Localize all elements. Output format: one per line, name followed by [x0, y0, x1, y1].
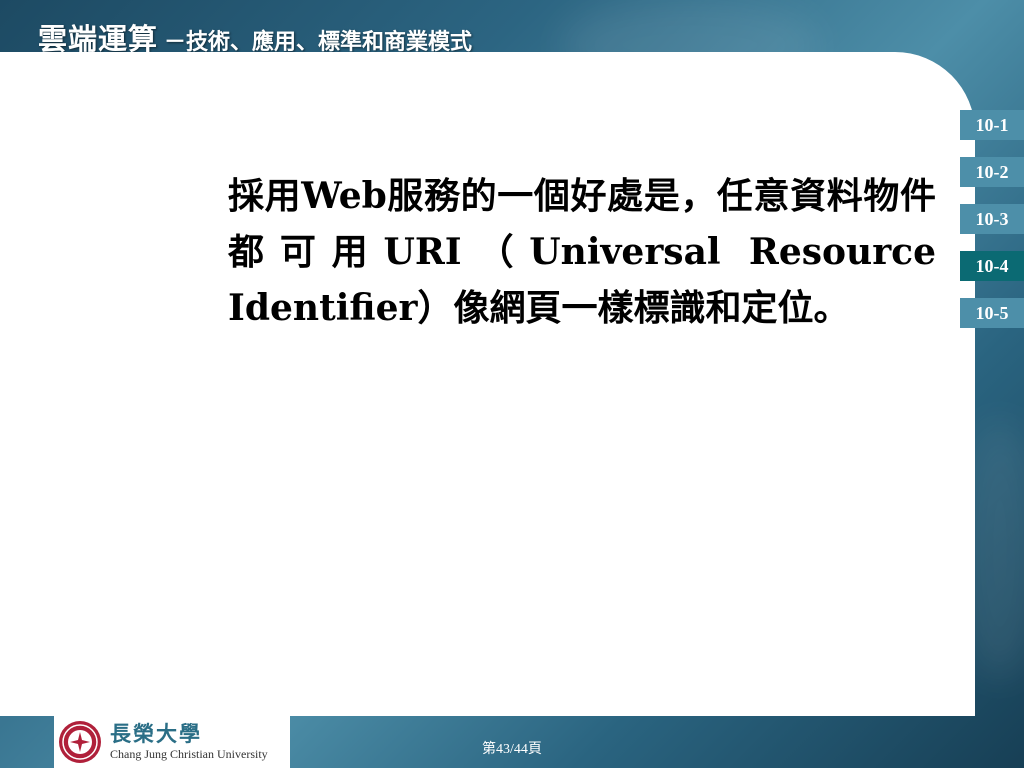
nav-item-10-1[interactable]: 10-1	[960, 110, 1024, 140]
logo-english-name: Chang Jung Christian University	[110, 747, 268, 761]
nav-item-10-4[interactable]: 10-4	[960, 251, 1024, 281]
section-nav: 10-1 10-2 10-3 10-4 10-5	[960, 110, 1024, 345]
nav-item-10-3[interactable]: 10-3	[960, 204, 1024, 234]
nav-item-10-5[interactable]: 10-5	[960, 298, 1024, 328]
university-logo: 長榮大學 Chang Jung Christian University	[54, 716, 290, 768]
content-panel	[0, 52, 975, 716]
logo-text: 長榮大學 Chang Jung Christian University	[110, 722, 268, 762]
nav-item-10-2[interactable]: 10-2	[960, 157, 1024, 187]
university-seal-icon	[59, 721, 101, 763]
slide-header: 雲端運算 －技術、應用、標準和商業模式	[38, 16, 472, 56]
body-paragraph: 採用Web服務的一個好處是，任意資料物件都可用URI（Universal Res…	[228, 175, 936, 329]
logo-chinese-name: 長榮大學	[110, 722, 202, 746]
page-number: 第43/44頁	[482, 742, 542, 757]
